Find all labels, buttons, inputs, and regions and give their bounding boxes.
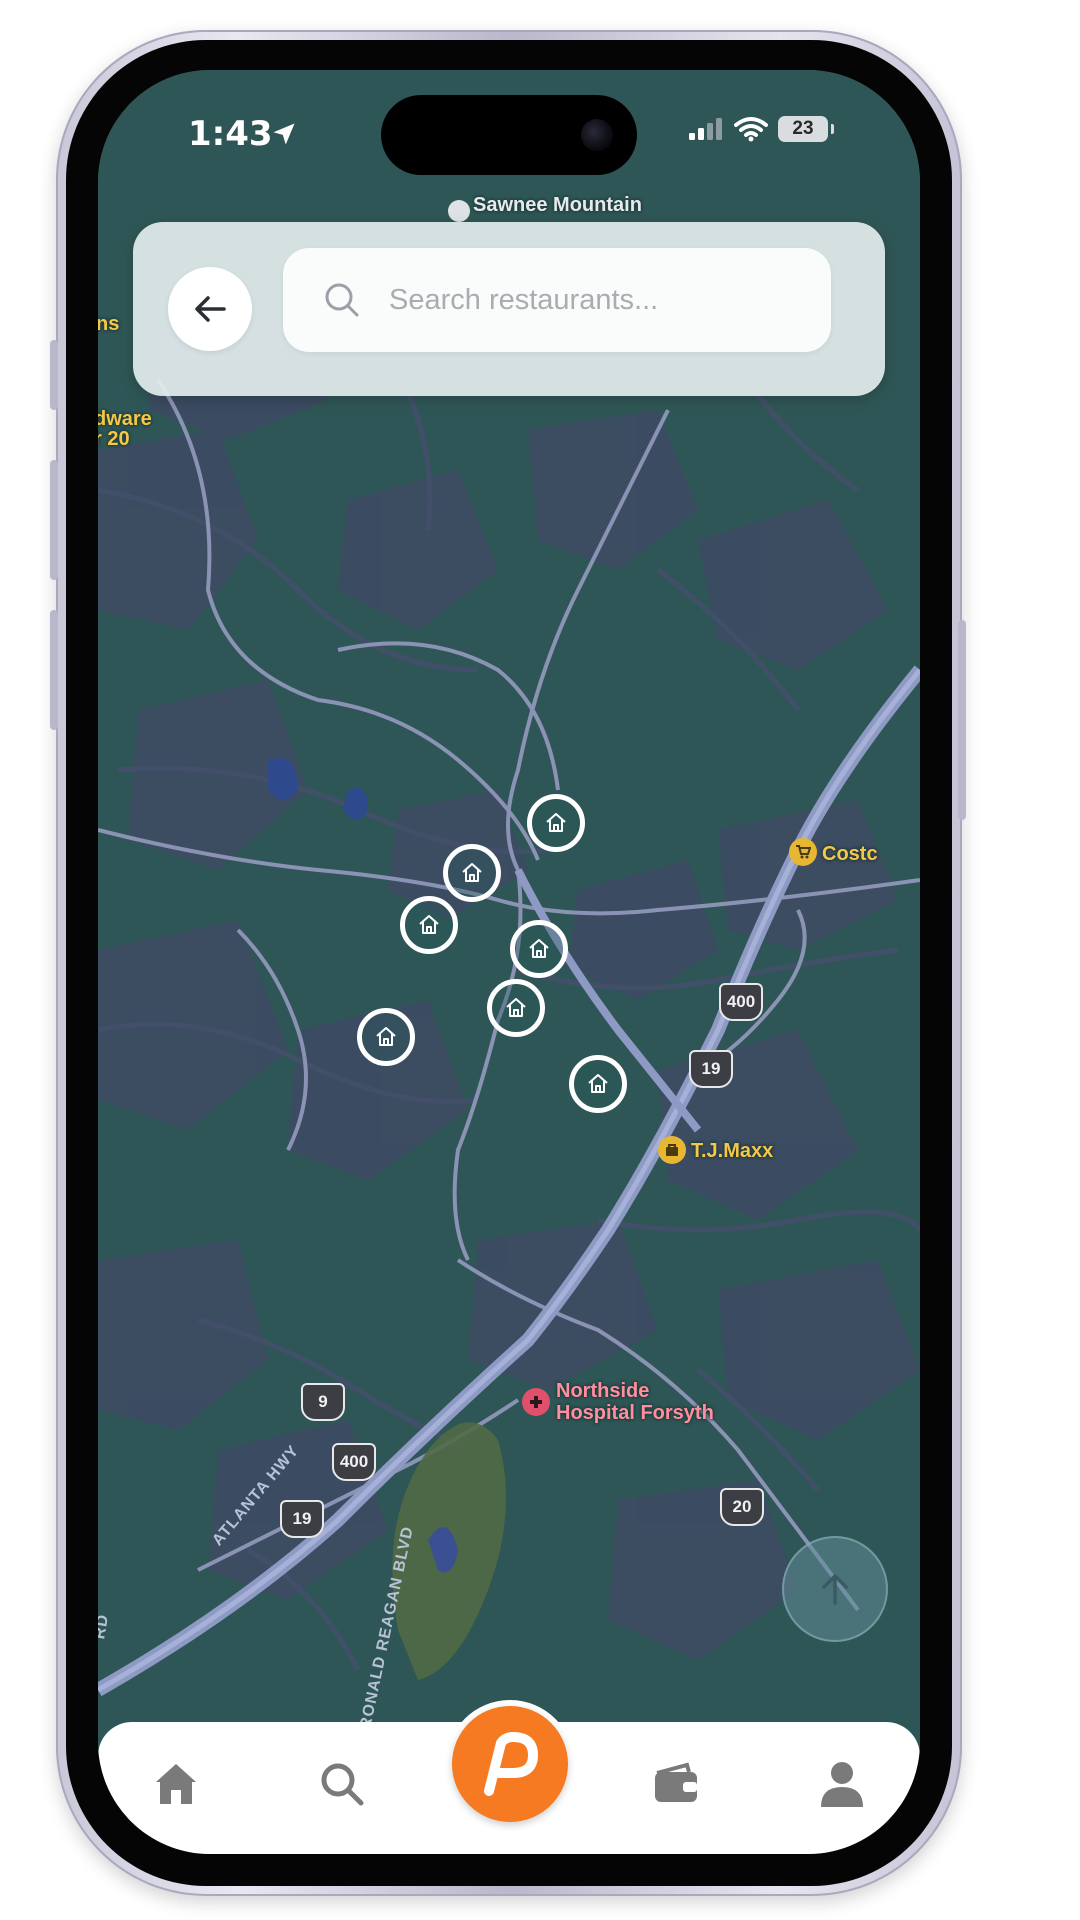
restaurant-marker[interactable]: [510, 920, 568, 978]
search-icon: [321, 1763, 364, 1806]
p-logo-icon: [484, 1732, 538, 1796]
map-label-left-edge: ns: [98, 313, 120, 335]
map-label-hardware-1: dware: [98, 408, 152, 430]
person-icon: [821, 1762, 863, 1807]
side-button-action: [50, 340, 58, 410]
tab-wallet[interactable]: [644, 1752, 708, 1816]
battery-indicator: 23: [778, 116, 834, 142]
home-icon: [156, 1764, 196, 1804]
cellular-signal-icon: [689, 118, 722, 140]
home-icon: [588, 1074, 608, 1093]
restaurant-marker[interactable]: [400, 896, 458, 954]
center-action-button[interactable]: [446, 1700, 574, 1828]
home-icon: [419, 915, 439, 934]
dynamic-island: [381, 95, 637, 175]
arrow-up-icon: [822, 1574, 848, 1605]
highway-shield-19-lower: 19: [280, 1500, 324, 1538]
location-arrow-icon: [273, 123, 295, 145]
search-icon: [323, 281, 361, 319]
wallet-icon: [655, 1762, 697, 1802]
home-icon: [506, 998, 526, 1017]
search-header: [133, 222, 885, 396]
status-time: 1:43: [188, 114, 273, 154]
restaurant-marker[interactable]: [357, 1008, 415, 1066]
shopping-cart-icon[interactable]: [789, 838, 817, 866]
center-action-circle[interactable]: [452, 1706, 568, 1822]
map-label-tjmaxx[interactable]: T.J.Maxx: [691, 1140, 773, 1162]
highway-shield-20: 20: [720, 1488, 764, 1526]
search-input[interactable]: [387, 282, 811, 318]
highway-shield-400-lower: 400: [332, 1443, 376, 1481]
front-camera-icon: [581, 119, 613, 151]
restaurant-marker[interactable]: [527, 794, 585, 852]
map-label-hospital-1[interactable]: Northside: [556, 1380, 649, 1402]
search-box[interactable]: [283, 248, 831, 352]
status-indicators: 23: [688, 116, 834, 142]
home-icon: [529, 939, 549, 958]
restaurant-marker[interactable]: [443, 844, 501, 902]
side-button-volume-down: [50, 610, 58, 730]
highway-shield-19: 19: [689, 1050, 733, 1088]
tab-profile[interactable]: [810, 1752, 874, 1816]
highway-shield-400: 400: [719, 983, 763, 1021]
sawnee-mountain-pin-icon: [448, 200, 470, 222]
app-screen: Sawnee Mountain ns dware r 20 Costc T.J.…: [98, 70, 920, 1854]
home-icon: [546, 813, 566, 832]
highway-shield-9: 9: [301, 1383, 345, 1421]
map-label-sawnee: Sawnee Mountain: [473, 194, 642, 216]
hospital-icon[interactable]: [522, 1388, 550, 1416]
map-label-costco[interactable]: Costc: [822, 843, 878, 865]
home-icon: [462, 863, 482, 882]
restaurant-marker[interactable]: [569, 1055, 627, 1113]
scroll-up-button[interactable]: [782, 1536, 888, 1642]
map-label-hospital-2[interactable]: Hospital Forsyth: [556, 1402, 714, 1424]
tab-home[interactable]: [144, 1752, 208, 1816]
side-button-power: [958, 620, 966, 820]
side-button-volume-up: [50, 460, 58, 580]
wifi-icon: [734, 117, 768, 142]
tab-search[interactable]: [310, 1752, 374, 1816]
shopping-bag-icon[interactable]: [658, 1136, 686, 1164]
arrow-left-icon: [195, 296, 226, 322]
home-icon: [376, 1027, 396, 1046]
restaurant-marker[interactable]: [487, 979, 545, 1037]
back-button[interactable]: [168, 267, 252, 351]
map-label-hardware-2: r 20: [98, 428, 130, 450]
